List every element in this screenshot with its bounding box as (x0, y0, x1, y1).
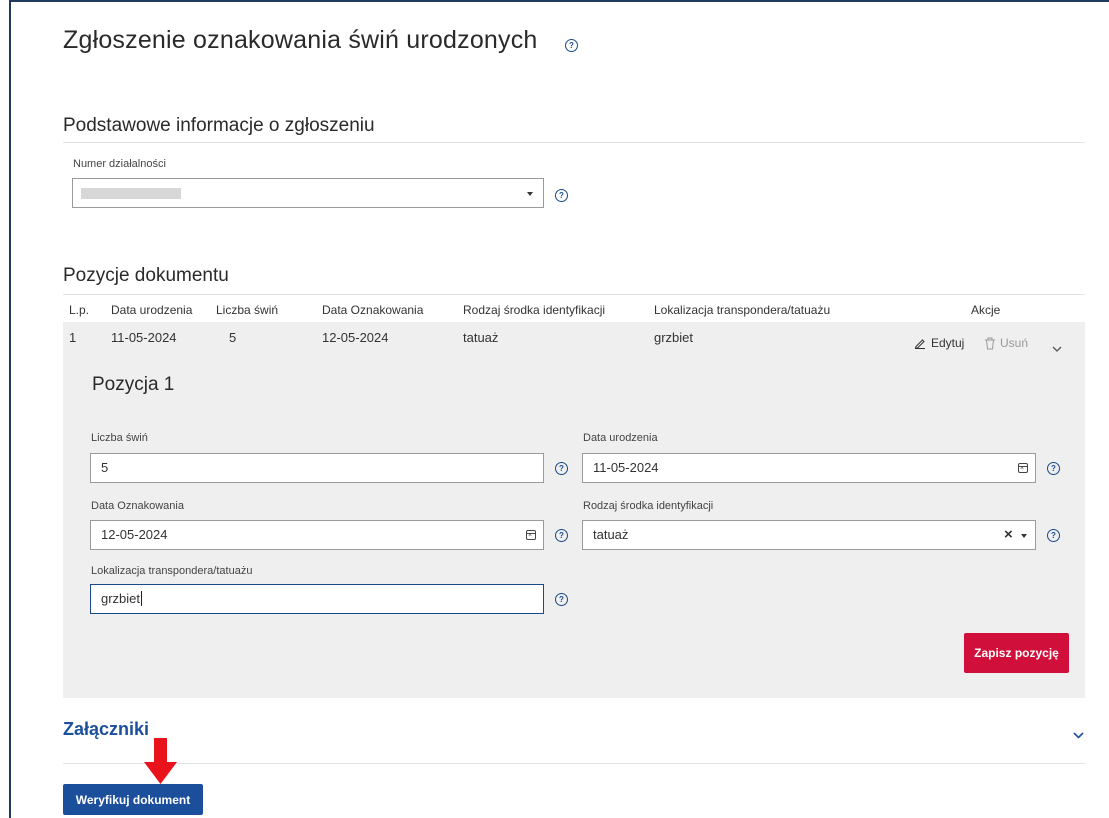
birth-date-cell: 11-05-2024 (111, 330, 177, 345)
help-icon[interactable]: ? (555, 529, 568, 542)
delete-label: Usuń (1000, 336, 1029, 350)
red-arrow-annotation (144, 738, 177, 784)
divider (63, 763, 1085, 764)
column-header: L.p. (69, 303, 90, 317)
column-header: Data Oznakowania (322, 303, 424, 317)
id-type-cell: tatuaż (463, 330, 499, 345)
birth-date-label: Data urodzenia (583, 432, 658, 444)
position-title: Pozycja 1 (92, 374, 175, 395)
divider (63, 142, 1085, 143)
help-icon[interactable]: ? (1047, 462, 1060, 475)
help-icon[interactable]: ? (1047, 529, 1060, 542)
id-type-select[interactable]: tatuaż × (582, 520, 1036, 550)
activity-number-label: Numer działalności (73, 158, 166, 170)
edit-label: Edytuj (931, 336, 965, 350)
chevron-down-icon[interactable] (1073, 726, 1084, 744)
verify-document-button[interactable]: Weryfikuj dokument (63, 784, 203, 815)
help-icon[interactable]: ? (555, 462, 568, 475)
birth-date-value: 11-05-2024 (593, 460, 659, 475)
id-type-label: Rodzaj środka identyfikacji (583, 500, 714, 512)
calendar-icon[interactable] (1018, 463, 1028, 473)
chevron-down-icon[interactable] (1052, 340, 1062, 358)
marking-date-value: 12-05-2024 (101, 527, 168, 542)
column-header: Akcje (971, 303, 1001, 317)
birth-date-input[interactable]: 11-05-2024 (582, 453, 1036, 483)
help-icon[interactable]: ? (555, 593, 568, 606)
column-header: Data urodzenia (111, 303, 193, 317)
marking-date-cell: 12-05-2024 (322, 330, 389, 345)
activity-number-select[interactable] (72, 178, 544, 208)
column-header: Lokalizacja transpondera/tatuażu (654, 303, 831, 317)
redacted-value (81, 188, 181, 199)
expanded-row-panel (63, 322, 1085, 698)
page-title: Zgłoszenie oznakowania świń urodzonych (63, 26, 538, 54)
calendar-icon[interactable] (526, 530, 536, 540)
items-title: Pozycje dokumentu (63, 265, 229, 286)
id-type-value: tatuaż (593, 527, 629, 542)
location-label: Lokalizacja transpondera/tatuażu (91, 565, 253, 577)
chevron-down-icon[interactable] (1021, 534, 1027, 538)
location-value: grzbiet (101, 591, 141, 606)
attachments-title[interactable]: Załączniki (63, 719, 149, 740)
help-icon[interactable]: ? (555, 189, 568, 202)
edit-button[interactable]: Edytuj (914, 336, 964, 350)
marking-date-input[interactable]: 12-05-2024 (90, 520, 544, 550)
basic-info-title: Podstawowe informacje o zgłoszeniu (63, 115, 375, 136)
trash-icon (985, 337, 995, 349)
divider (63, 294, 1085, 295)
save-position-button[interactable]: Zapisz pozycję (964, 633, 1069, 673)
row-number: 1 (69, 330, 77, 345)
column-header: Rodzaj środka identyfikacji (463, 303, 606, 317)
pencil-icon (914, 339, 925, 349)
pig-count-cell: 5 (229, 330, 237, 345)
location-cell: grzbiet (654, 330, 694, 345)
marking-date-label: Data Oznakowania (91, 500, 184, 512)
pig-count-label: Liczba świń (91, 432, 148, 444)
location-input[interactable]: grzbiet (90, 584, 544, 614)
text-cursor (141, 591, 143, 606)
help-icon[interactable]: ? (565, 39, 578, 52)
chevron-down-icon (527, 192, 533, 196)
delete-button[interactable]: Usuń (984, 336, 1028, 350)
pig-count-input[interactable]: 5 (90, 453, 544, 483)
clear-icon[interactable]: × (1004, 521, 1013, 549)
column-header: Liczba świń (216, 303, 279, 317)
